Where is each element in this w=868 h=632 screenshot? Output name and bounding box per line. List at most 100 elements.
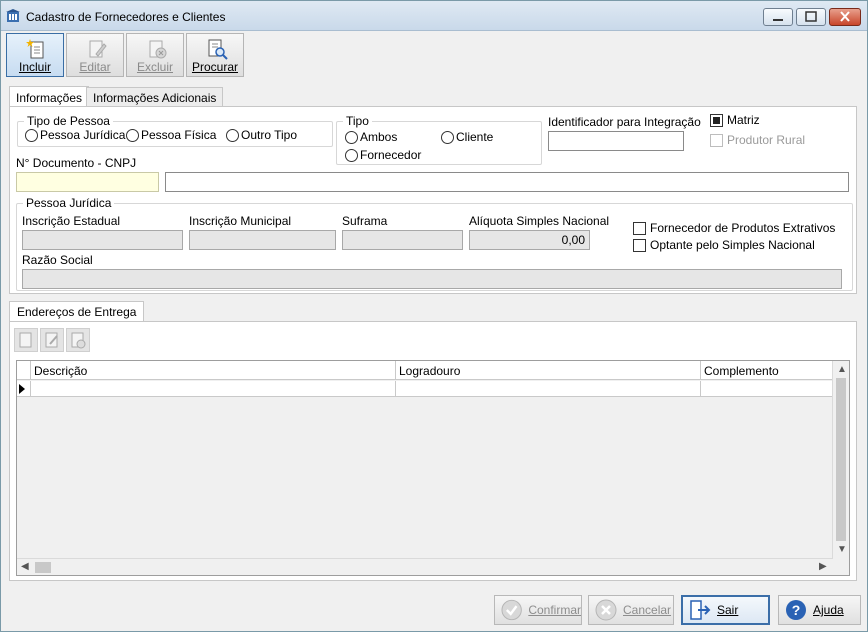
maximize-icon <box>805 11 817 22</box>
help-icon: ? <box>786 600 806 620</box>
identificador-input[interactable] <box>548 131 684 151</box>
scroll-right-icon[interactable]: ▶ <box>819 562 827 572</box>
bottom-button-bar: Confirmar Cancelar Sair ? Ajuda <box>1 591 867 631</box>
ajuda-label: Ajuda <box>813 603 844 617</box>
radio-outro-tipo[interactable]: Outro Tipo <box>226 128 297 142</box>
documento-label: N° Documento - CNPJ <box>16 156 137 170</box>
matriz-checkbox[interactable]: Matriz <box>710 113 760 127</box>
produtor-rural-checkbox[interactable]: Produtor Rural <box>710 133 805 147</box>
delete-document-icon <box>149 40 167 59</box>
pessoa-juridica-group: Pessoa Jurídica Inscrição Estadual Inscr… <box>16 196 853 291</box>
radio-cliente[interactable]: Cliente <box>441 130 493 144</box>
matriz-label: Matriz <box>727 113 760 127</box>
radio-circle-icon <box>25 128 38 142</box>
ajuda-button[interactable]: ? Ajuda <box>778 595 861 625</box>
produtor-rural-label: Produtor Rural <box>727 133 806 147</box>
radio-circle-icon <box>126 128 139 142</box>
confirmar-button[interactable]: Confirmar <box>494 595 582 625</box>
check-circle-icon <box>501 599 522 621</box>
radio-circle-icon <box>441 130 454 144</box>
pessoa-juridica-title: Pessoa Jurídica <box>23 196 115 210</box>
informacoes-panel: Tipo de Pessoa Pessoa Jurídica Pessoa Fí… <box>9 106 857 294</box>
radio-circle-icon <box>345 148 358 162</box>
radio-ambos-label: Ambos <box>360 130 398 144</box>
tab-enderecos-entrega[interactable]: Endereços de Entrega <box>9 301 145 322</box>
column-logradouro[interactable]: Logradouro <box>396 361 701 380</box>
cell-logradouro[interactable] <box>396 381 701 397</box>
radio-circle-icon <box>345 130 358 144</box>
optante-simples-checkbox[interactable]: Optante pelo Simples Nacional <box>633 238 815 252</box>
procurar-button[interactable]: Procurar <box>186 33 244 77</box>
table-row[interactable] <box>17 381 833 397</box>
radio-fornecedor-label: Fornecedor <box>360 148 422 162</box>
close-icon <box>840 11 850 22</box>
documento-input[interactable] <box>16 172 159 192</box>
radio-ambos[interactable]: Ambos <box>345 130 397 144</box>
identificador-label: Identificador para Integração <box>548 115 701 129</box>
new-document-icon <box>26 39 44 59</box>
radio-pessoa-juridica[interactable]: Pessoa Jurídica <box>25 128 125 142</box>
confirmar-label: Confirmar <box>528 603 581 617</box>
new-document-icon <box>19 332 32 348</box>
cell-complemento[interactable] <box>701 381 833 397</box>
suframa-input[interactable] <box>342 230 463 250</box>
delete-endereco-button[interactable] <box>66 328 90 352</box>
radio-fornecedor[interactable]: Fornecedor <box>345 148 421 162</box>
cancelar-label: Cancelar <box>623 603 672 617</box>
sair-button[interactable]: Sair <box>681 595 770 625</box>
cancelar-button[interactable]: Cancelar <box>588 595 674 625</box>
razao-social-input[interactable] <box>22 269 842 289</box>
tipo-pessoa-group: Tipo de Pessoa Pessoa Jurídica Pessoa Fí… <box>17 114 333 147</box>
aliquota-input[interactable]: 0,00 <box>469 230 590 250</box>
inscricao-municipal-label: Inscrição Municipal <box>189 214 292 228</box>
radio-pessoa-fisica-label: Pessoa Física <box>141 128 217 142</box>
main-window: Cadastro de Fornecedores e Clientes Incl… <box>0 0 868 632</box>
vertical-scrollbar[interactable]: ▲ ▼ <box>832 361 849 558</box>
incluir-label: Incluir <box>18 60 51 74</box>
scroll-left-icon[interactable]: ◀ <box>21 562 29 572</box>
edit-document-icon <box>45 332 58 348</box>
svg-text:?: ? <box>792 602 801 618</box>
column-complemento[interactable]: Complemento <box>701 361 833 380</box>
close-button[interactable] <box>829 8 861 26</box>
radio-pessoa-fisica[interactable]: Pessoa Física <box>126 128 216 142</box>
main-toolbar: Incluir Editar Excluir Procurar <box>5 33 865 79</box>
inscricao-estadual-label: Inscrição Estadual <box>22 214 121 228</box>
grid-indicator-header <box>17 361 31 380</box>
inscricao-municipal-input[interactable] <box>189 230 336 250</box>
editar-label: Editar <box>79 60 111 74</box>
inscricao-estadual-input[interactable] <box>22 230 183 250</box>
edit-endereco-button[interactable] <box>40 328 64 352</box>
tab-informacoes[interactable]: Informações <box>9 86 90 107</box>
title-bar: Cadastro de Fornecedores e Clientes <box>1 1 867 31</box>
cell-descricao[interactable] <box>31 381 396 397</box>
excluir-button[interactable]: Excluir <box>126 33 184 77</box>
tab-informacoes-adicionais[interactable]: Informações Adicionais <box>86 87 224 107</box>
horizontal-scroll-thumb[interactable] <box>35 562 51 573</box>
suframa-label: Suframa <box>342 214 388 228</box>
radio-cliente-label: Cliente <box>456 130 494 144</box>
scroll-down-icon[interactable]: ▼ <box>837 545 847 555</box>
minimize-button[interactable] <box>763 8 793 26</box>
add-endereco-button[interactable] <box>14 328 38 352</box>
horizontal-scrollbar[interactable]: ◀ ▶ <box>17 558 833 575</box>
vertical-scroll-thumb[interactable] <box>836 378 846 541</box>
row-indicator <box>17 381 31 397</box>
enderecos-panel: Descrição Logradouro Complemento ▲ ▼ ◀ ▶ <box>9 321 857 581</box>
razao-social-label: Razão Social <box>22 253 93 267</box>
delete-document-icon <box>71 332 86 349</box>
minimize-icon <box>773 19 783 21</box>
search-icon <box>208 39 228 60</box>
maximize-button[interactable] <box>796 8 826 26</box>
window-title: Cadastro de Fornecedores e Clientes <box>26 10 226 24</box>
fornecedor-extrativos-checkbox[interactable]: Fornecedor de Produtos Extrativos <box>633 221 835 235</box>
documento-name-input[interactable] <box>165 172 849 192</box>
incluir-button[interactable]: Incluir <box>6 33 64 77</box>
column-descricao[interactable]: Descrição <box>31 361 396 380</box>
checkbox-icon <box>633 238 646 252</box>
building-icon <box>6 9 20 22</box>
editar-button[interactable]: Editar <box>66 33 124 77</box>
scroll-up-icon[interactable]: ▲ <box>837 365 847 375</box>
excluir-label: Excluir <box>136 60 173 74</box>
fornecedor-extrativos-label: Fornecedor de Produtos Extrativos <box>650 221 836 235</box>
